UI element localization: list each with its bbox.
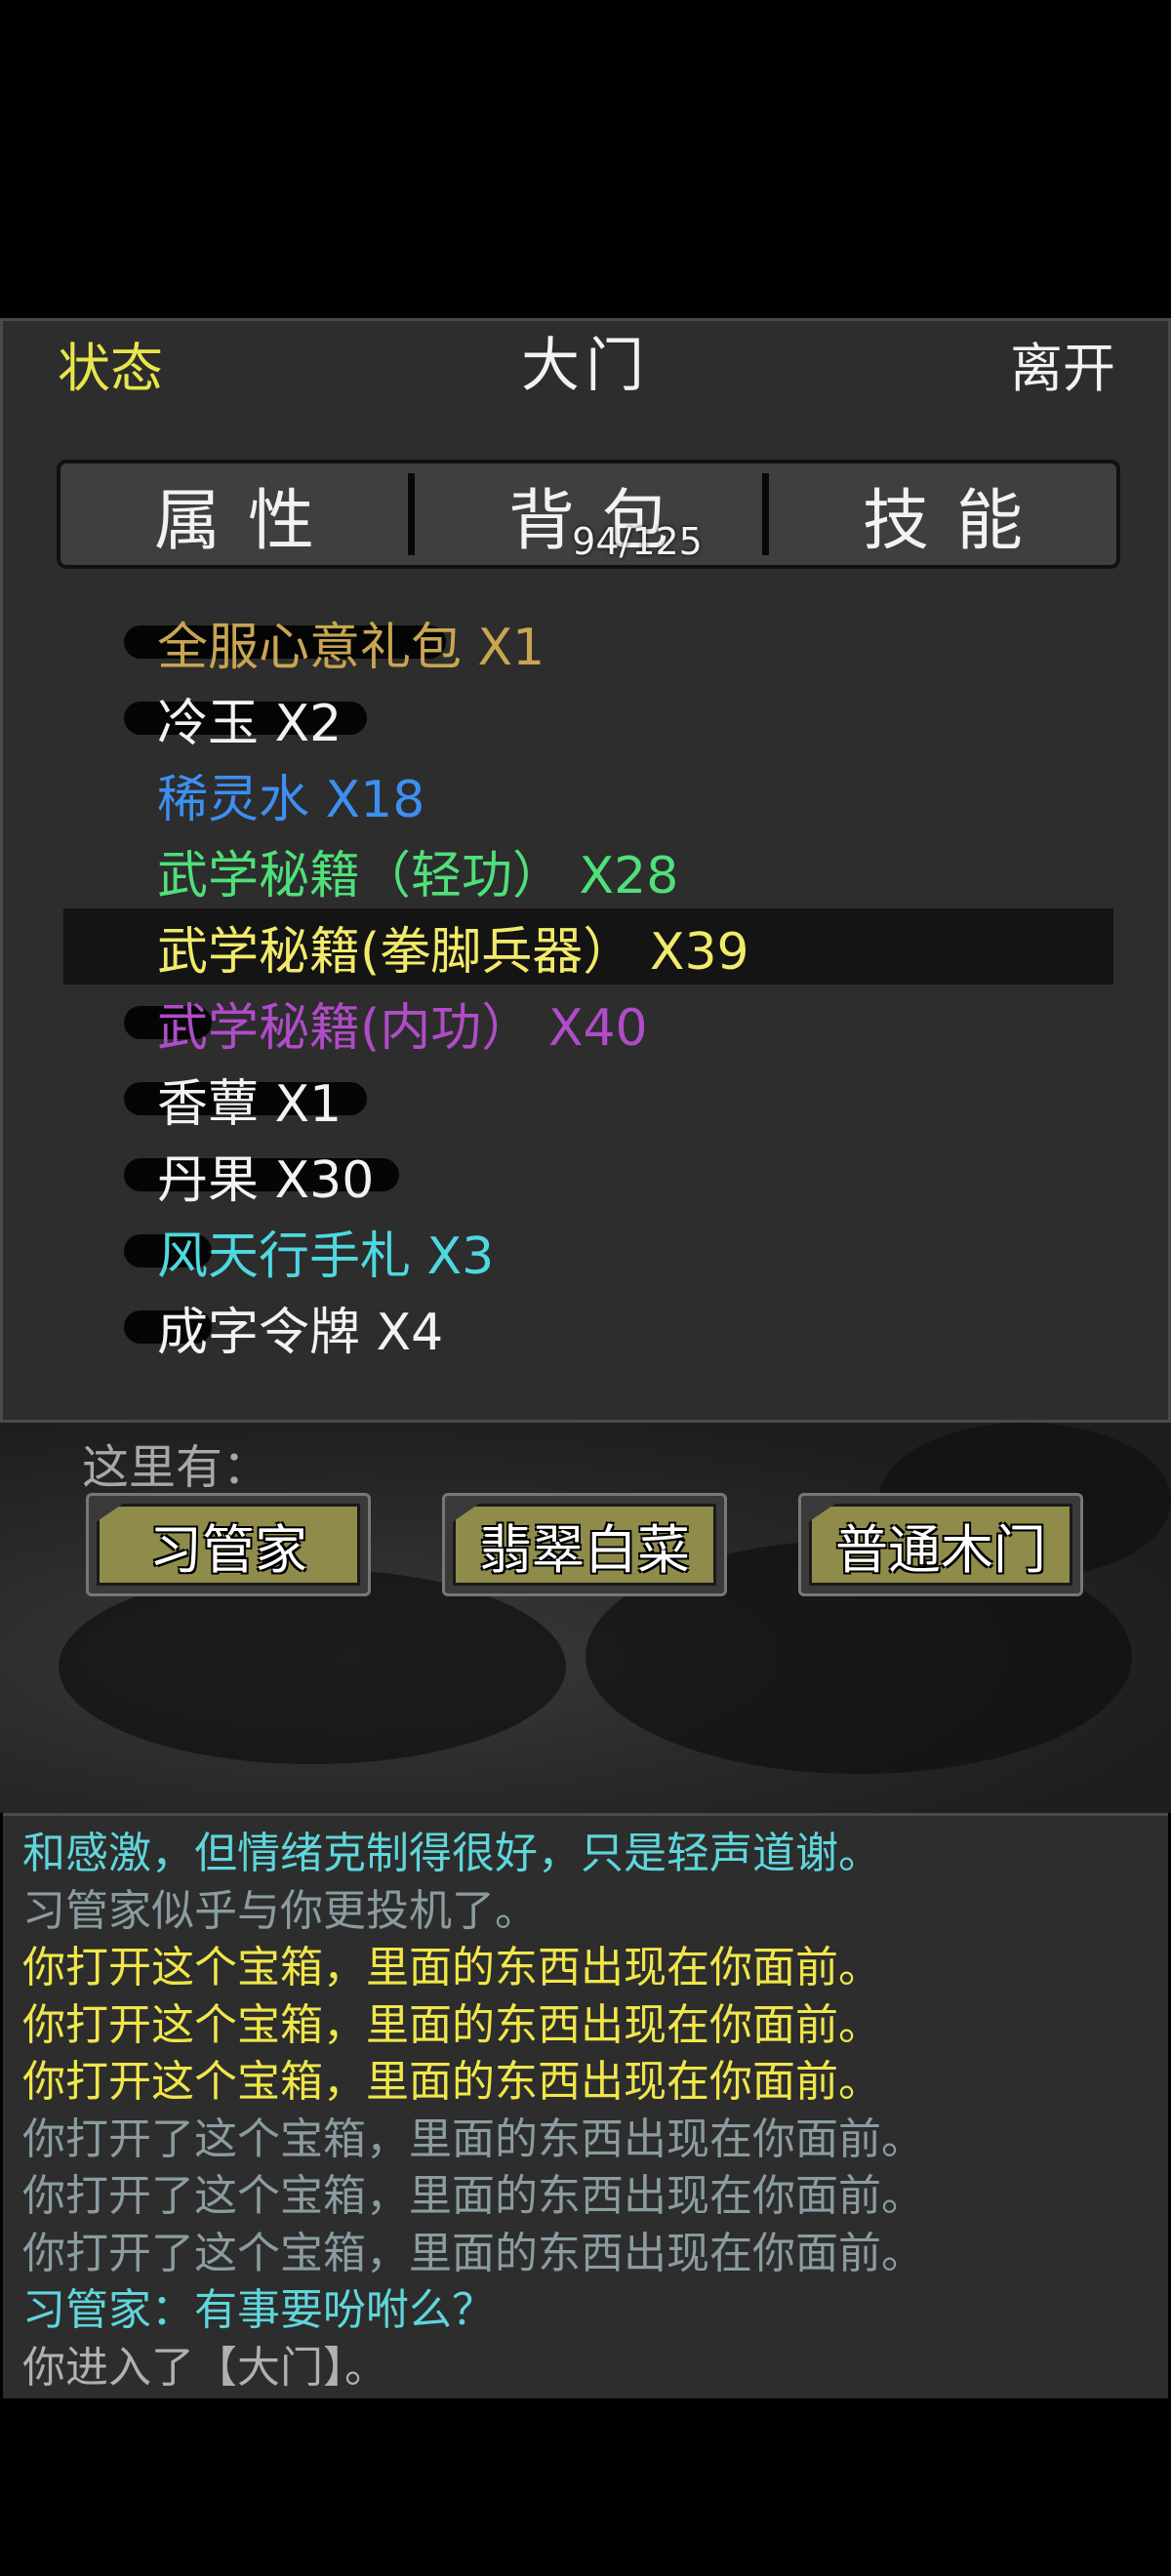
location-contents-panel: 这里有： 习管家 翡翠白菜 普通木门 xyxy=(0,1423,1171,1813)
npc-button-label: 习管家 xyxy=(97,1504,360,1586)
inventory-item[interactable]: 风天行手札 X3 xyxy=(63,1213,1113,1289)
location-title: 大门 xyxy=(521,332,650,400)
npc-button-steward[interactable]: 习管家 xyxy=(86,1493,371,1596)
inventory-item-label: 稀灵水 X18 xyxy=(157,770,425,829)
inventory-item-label: 武学秘籍（轻功） X28 xyxy=(157,846,679,906)
inventory-list: 全服心意礼包 X1 冷玉 X2 稀灵水 X18 武学秘籍（轻功） X28 武学秘… xyxy=(63,604,1113,1385)
tab-divider xyxy=(408,473,415,555)
main-panel: 状态 大门 离开 属性 背包 94/125 技能 全服心意礼包 X1 冷玉 X2… xyxy=(0,318,1171,1423)
tab-skills[interactable]: 技能 xyxy=(769,463,1116,565)
inventory-item[interactable]: 稀灵水 X18 xyxy=(63,756,1113,832)
inventory-item-label: 冷玉 X2 xyxy=(157,694,343,753)
inventory-item-label: 武学秘籍(内功） X40 xyxy=(157,998,648,1058)
npc-button-label: 翡翠白菜 xyxy=(453,1504,716,1586)
tab-bar: 属性 背包 94/125 技能 xyxy=(57,460,1120,569)
here-label: 这里有： xyxy=(82,1440,270,1495)
log-line: 习管家似乎与你更投机了。 xyxy=(22,1885,538,1936)
inventory-item[interactable]: 武学秘籍（轻功） X28 xyxy=(63,832,1113,908)
inventory-item[interactable]: 丹果 X30 xyxy=(63,1137,1113,1213)
log-line: 和感激，但情绪克制得很好，只是轻声道谢。 xyxy=(22,1829,881,1878)
inventory-item-label: 成字令牌 X4 xyxy=(157,1303,444,1362)
inventory-item[interactable]: 成字令牌 X4 xyxy=(63,1289,1113,1365)
backpack-capacity: 94/125 xyxy=(572,520,703,563)
tab-divider xyxy=(762,473,769,555)
log-line: 你打开了这个宝箱，里面的东西出现在你面前。 xyxy=(22,2171,924,2221)
log-line: 你打开了这个宝箱，里面的东西出现在你面前。 xyxy=(22,2113,924,2164)
inventory-item[interactable]: 武学秘籍(内功） X40 xyxy=(63,985,1113,1061)
tab-attributes[interactable]: 属性 xyxy=(61,463,408,565)
inventory-item-label: 丹果 X30 xyxy=(157,1150,375,1210)
npc-button-label: 普通木门 xyxy=(809,1504,1072,1586)
inventory-item[interactable]: 香蕈 X1 xyxy=(63,1061,1113,1137)
leave-button[interactable]: 离开 xyxy=(1010,342,1115,395)
log-line: 你打开这个宝箱，里面的东西出现在你面前。 xyxy=(22,1999,881,2050)
ink-cloud-decoration xyxy=(59,1569,566,1764)
tab-skills-label: 技能 xyxy=(862,482,1050,560)
message-log[interactable]: 和感激，但情绪克制得很好，只是轻声道谢。 习管家似乎与你更投机了。 你打开这个宝… xyxy=(3,1813,1168,2398)
npc-button-jade-cabbage[interactable]: 翡翠白菜 xyxy=(442,1493,727,1596)
inventory-item-label: 风天行手札 X3 xyxy=(157,1227,495,1286)
inventory-item-label: 全服心意礼包 X1 xyxy=(157,618,545,677)
inventory-item-label: 武学秘籍(拳脚兵器） X39 xyxy=(157,922,749,982)
log-line: 你进入了【大门】。 xyxy=(22,2342,387,2393)
tab-attributes-label: 属性 xyxy=(153,482,342,560)
tab-backpack[interactable]: 背包 94/125 xyxy=(415,463,762,565)
npc-button-wooden-door[interactable]: 普通木门 xyxy=(798,1493,1083,1596)
log-line: 你打开这个宝箱，里面的东西出现在你面前。 xyxy=(22,1943,881,1992)
inventory-item[interactable]: 武学秘籍(拳脚兵器） X39 xyxy=(63,908,1113,985)
log-line: 习管家：有事要吩咐么？ xyxy=(22,2285,495,2335)
log-line: 你打开这个宝箱，里面的东西出现在你面前。 xyxy=(22,2057,881,2107)
log-line: 你打开了这个宝箱，里面的东西出现在你面前。 xyxy=(22,2228,924,2278)
inventory-item[interactable]: 全服心意礼包 X1 xyxy=(63,604,1113,680)
inventory-item-label: 香蕈 X1 xyxy=(157,1074,343,1134)
inventory-item[interactable]: 冷玉 X2 xyxy=(63,680,1113,756)
